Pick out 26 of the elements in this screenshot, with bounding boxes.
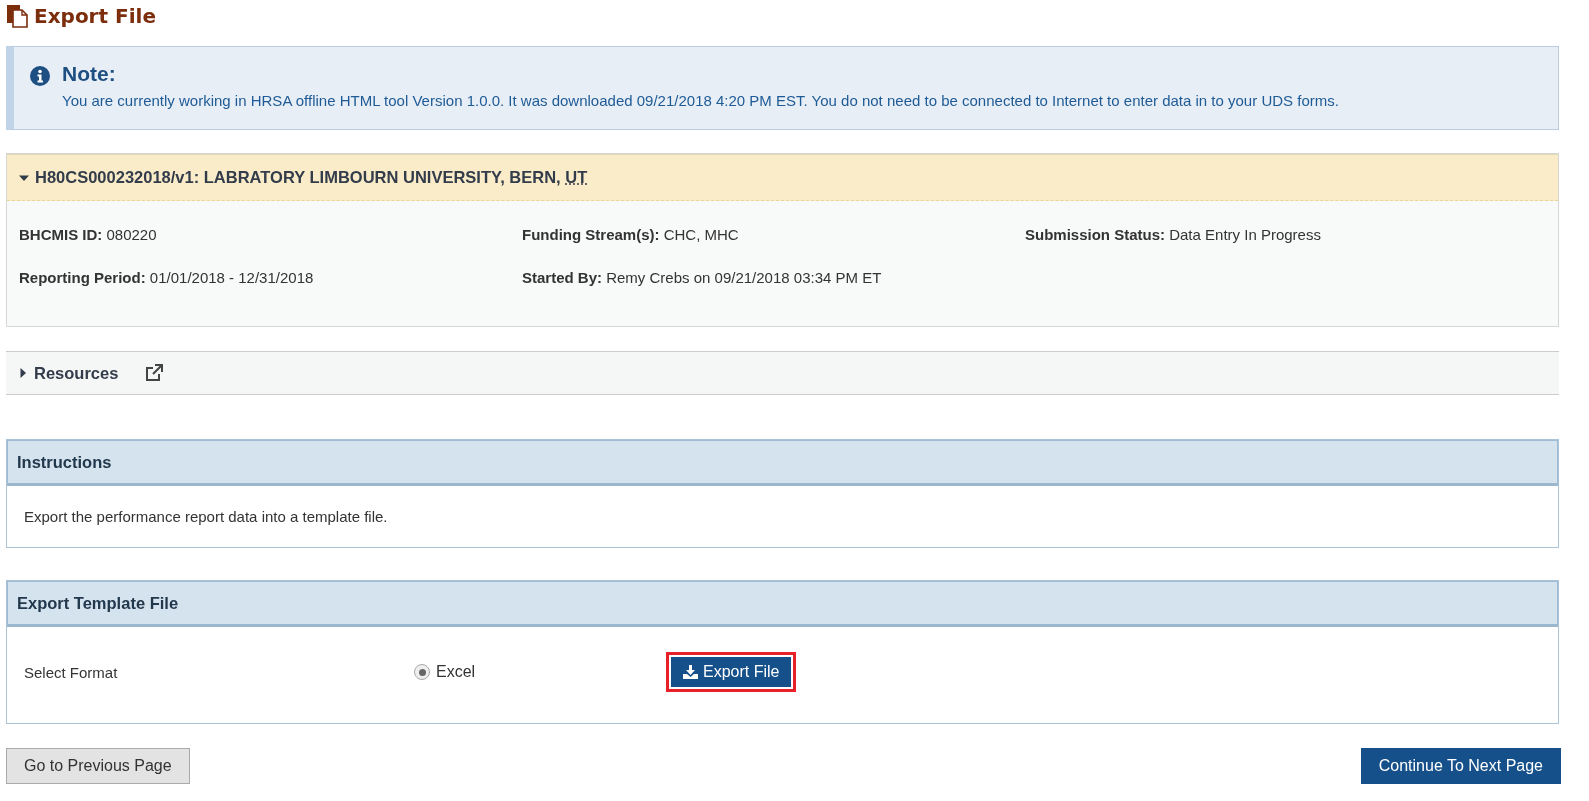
note-title: Note: [62, 62, 117, 86]
grant-title: H80CS000232018/v1: LABRATORY LIMBOURN UNIVERSITY, BERN, UT [35, 168, 588, 187]
document-icon [6, 4, 28, 28]
next-page-button[interactable]: Continue To Next Page [1360, 748, 1561, 784]
panel-title: Export Template File [7, 581, 1558, 627]
download-icon [683, 665, 698, 679]
radio-label: Excel [436, 663, 476, 681]
export-button[interactable]: Export File [669, 655, 794, 689]
detail-field: Funding Stream(s): CHC, MHC [522, 226, 1025, 243]
detail-field: Reporting Period: 01/01/2018 - 12/31/2018 [19, 269, 522, 286]
resources-bar[interactable]: Resources [6, 351, 1559, 395]
external-link-icon[interactable] [144, 363, 165, 383]
detail-field: BHCMIS ID: 080220 [19, 226, 522, 243]
detail-field: Submission Status: Data Entry In Progress [1025, 226, 1546, 243]
caret-icon[interactable] [18, 368, 28, 378]
grant-header[interactable]: H80CS000232018/v1: LABRATORY LIMBOURN UNIVERSITY, BERN, UT [7, 154, 1558, 201]
detail-field: Started By: Remy Crebs on 09/21/2018 03:34 PM ET [522, 269, 1025, 286]
info-icon [30, 66, 50, 86]
previous-page-button[interactable]: Go to Previous Page [6, 748, 190, 784]
instructions-text: Export the performance report data into a template file. [24, 508, 389, 525]
page-title: Export File [34, 4, 156, 28]
panel-title: Instructions [7, 440, 1558, 486]
radio-button[interactable] [414, 664, 430, 680]
note-text: You are currently working in HRSA offline HTML tool Version 1.0.0. It was downloaded 09/21/2018 4:20 PM EST. You do not need to be connected to Internet to enter data in to your UDS forms. [62, 92, 1339, 109]
field-label: Select Format [24, 663, 119, 681]
resources-label: Resources [34, 363, 119, 383]
